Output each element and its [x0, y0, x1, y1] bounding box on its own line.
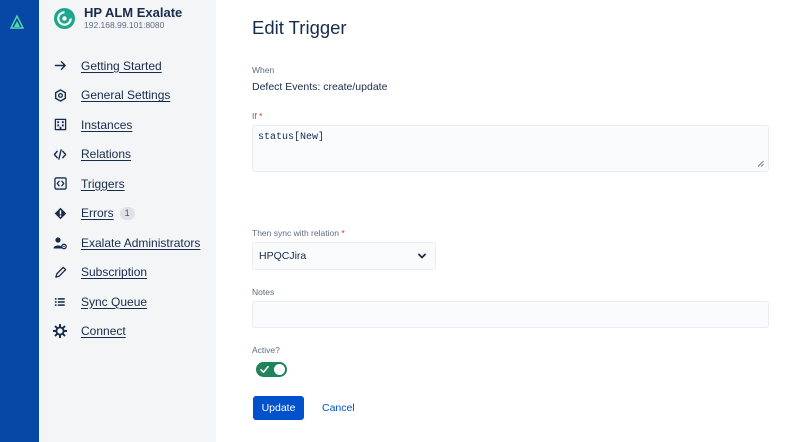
- sidebar-item-general-settings[interactable]: General Settings: [53, 81, 200, 111]
- arrow-right-icon: [53, 59, 67, 73]
- when-label: When: [252, 65, 275, 75]
- exalate-logo-icon: [53, 7, 76, 30]
- page-title: Edit Trigger: [252, 17, 347, 38]
- required-mark: *: [259, 111, 263, 121]
- if-condition-textarea[interactable]: status[New]: [252, 125, 769, 172]
- app-url: 192.168.99.101:8080: [84, 20, 165, 30]
- jira-logo-icon[interactable]: [9, 14, 25, 30]
- sidebar-item-label: Getting Started: [81, 58, 162, 73]
- sidebar-nav: Getting Started General Settings Instanc…: [53, 51, 200, 346]
- notes-field[interactable]: [252, 301, 769, 328]
- cancel-button[interactable]: Cancel: [316, 396, 361, 420]
- if-label-text: If: [252, 111, 257, 121]
- relation-select-value: HPQCJira: [259, 250, 307, 262]
- sidebar-item-label: Triggers: [81, 176, 125, 191]
- sidebar-item-sync-queue[interactable]: Sync Queue: [53, 287, 200, 317]
- update-button[interactable]: Update: [253, 396, 304, 420]
- app-header: HP ALM Exalate 192.168.99.101:8080: [53, 6, 182, 31]
- if-condition-value: status[New]: [258, 132, 325, 143]
- sidebar-item-relations[interactable]: Relations: [53, 140, 200, 170]
- check-icon: [260, 366, 269, 373]
- left-rail: [0, 0, 39, 442]
- sidebar-item-label: Connect: [81, 324, 126, 339]
- relation-label-text: Then sync with relation: [252, 228, 339, 238]
- app-name: HP ALM Exalate: [84, 5, 183, 20]
- notes-label: Notes: [252, 287, 275, 297]
- toggle-knob: [274, 364, 285, 375]
- user-gear-icon: [53, 236, 67, 250]
- sidebar-item-exalate-administrators[interactable]: Exalate Administrators: [53, 228, 200, 258]
- code-icon: [53, 147, 67, 161]
- if-label: If *: [252, 111, 262, 121]
- sidebar-item-label: Relations: [81, 147, 132, 162]
- sidebar-item-getting-started[interactable]: Getting Started: [53, 51, 200, 81]
- sidebar-item-label: General Settings: [81, 88, 171, 103]
- sidebar: HP ALM Exalate 192.168.99.101:8080 Getti…: [39, 0, 216, 442]
- chevron-down-icon: [418, 253, 426, 259]
- sidebar-item-label: Errors: [81, 206, 114, 221]
- relation-label: Then sync with relation *: [252, 228, 345, 238]
- warning-diamond-icon: [53, 206, 67, 220]
- sidebar-item-label: Instances: [81, 117, 133, 132]
- errors-count-badge: 1: [119, 206, 135, 220]
- gear-icon: [53, 324, 67, 339]
- sidebar-item-subscription[interactable]: Subscription: [53, 258, 200, 288]
- list-icon: [53, 295, 67, 309]
- code-box-icon: [53, 177, 67, 191]
- sidebar-item-label: Subscription: [81, 265, 148, 280]
- sidebar-item-connect[interactable]: Connect: [53, 317, 200, 347]
- sidebar-item-instances[interactable]: Instances: [53, 110, 200, 140]
- sidebar-item-triggers[interactable]: Triggers: [53, 169, 200, 199]
- relation-select[interactable]: HPQCJira: [252, 242, 436, 270]
- settings-hexagon-icon: [53, 88, 67, 102]
- building-icon: [53, 118, 67, 132]
- active-toggle[interactable]: [256, 362, 287, 377]
- when-value: Defect Events: create/update: [252, 81, 388, 93]
- resize-handle-icon[interactable]: [757, 160, 764, 167]
- sidebar-item-label: Exalate Administrators: [81, 235, 201, 250]
- pen-icon: [53, 265, 67, 279]
- active-label: Active?: [252, 345, 280, 355]
- required-mark: *: [341, 228, 345, 238]
- sidebar-item-label: Sync Queue: [81, 294, 148, 309]
- sidebar-item-errors[interactable]: Errors 1: [53, 199, 200, 229]
